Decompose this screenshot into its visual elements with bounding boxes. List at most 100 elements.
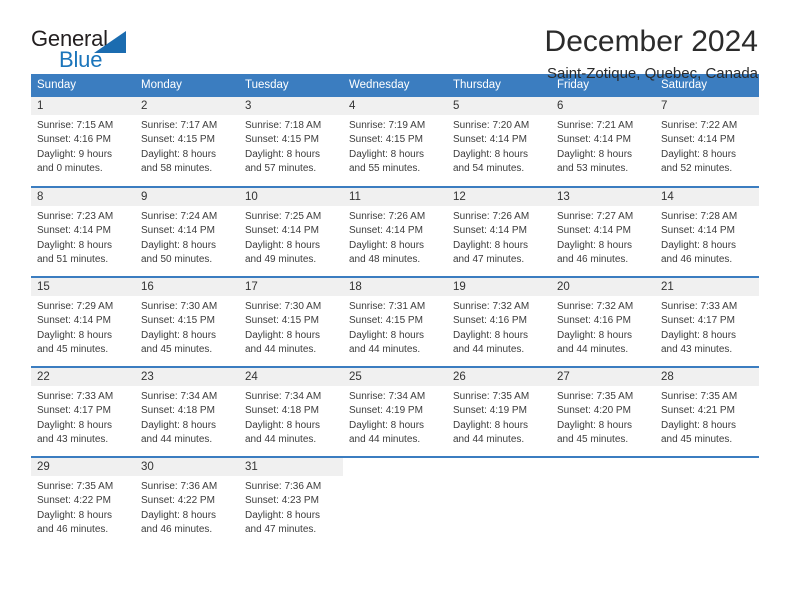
sunset-text: Sunset: 4:14 PM bbox=[557, 134, 631, 146]
sunset-text: Sunset: 4:15 PM bbox=[349, 134, 423, 146]
day-cell[interactable]: 25 Sunrise: 7:34 AM Sunset: 4:19 PM Dayl… bbox=[343, 366, 447, 457]
day-details: Sunrise: 7:23 AM Sunset: 4:14 PM Dayligh… bbox=[31, 206, 135, 268]
day-number: 11 bbox=[343, 188, 447, 206]
day-cell[interactable]: 18 Sunrise: 7:31 AM Sunset: 4:15 PM Dayl… bbox=[343, 276, 447, 367]
daylight-text-line1: Daylight: 8 hours bbox=[557, 239, 633, 251]
sunrise-text: Sunrise: 7:25 AM bbox=[245, 211, 322, 222]
day-cell[interactable]: 14 Sunrise: 7:28 AM Sunset: 4:14 PM Dayl… bbox=[655, 186, 759, 277]
day-number bbox=[551, 458, 655, 476]
day-cell[interactable]: 12 Sunrise: 7:26 AM Sunset: 4:14 PM Dayl… bbox=[447, 186, 551, 277]
day-number bbox=[655, 458, 759, 476]
day-cell[interactable]: 5 Sunrise: 7:20 AM Sunset: 4:14 PM Dayli… bbox=[447, 97, 551, 187]
day-number bbox=[343, 458, 447, 476]
daylight-text-line2: and 49 minutes. bbox=[245, 254, 317, 266]
day-cell[interactable]: 7 Sunrise: 7:22 AM Sunset: 4:14 PM Dayli… bbox=[655, 97, 759, 187]
logo-text-blue: Blue bbox=[59, 47, 103, 72]
daylight-text-line1: Daylight: 8 hours bbox=[37, 509, 113, 521]
day-cell[interactable]: 2 Sunrise: 7:17 AM Sunset: 4:15 PM Dayli… bbox=[135, 97, 239, 187]
day-number: 13 bbox=[551, 188, 655, 206]
day-cell[interactable]: 21 Sunrise: 7:33 AM Sunset: 4:17 PM Dayl… bbox=[655, 276, 759, 367]
daylight-text-line2: and 45 minutes. bbox=[661, 434, 733, 446]
sunset-text: Sunset: 4:23 PM bbox=[245, 495, 319, 507]
sunset-text: Sunset: 4:14 PM bbox=[661, 134, 735, 146]
day-cell-empty bbox=[655, 456, 759, 547]
day-details: Sunrise: 7:30 AM Sunset: 4:15 PM Dayligh… bbox=[135, 296, 239, 358]
sunset-text: Sunset: 4:16 PM bbox=[557, 315, 631, 327]
day-cell[interactable]: 22 Sunrise: 7:33 AM Sunset: 4:17 PM Dayl… bbox=[31, 366, 135, 457]
day-cell[interactable]: 15 Sunrise: 7:29 AM Sunset: 4:14 PM Dayl… bbox=[31, 276, 135, 367]
weekday-header-wednesday: Wednesday bbox=[343, 74, 447, 97]
day-details: Sunrise: 7:35 AM Sunset: 4:20 PM Dayligh… bbox=[551, 386, 655, 448]
sunrise-text: Sunrise: 7:34 AM bbox=[349, 391, 426, 402]
day-cell[interactable]: 9 Sunrise: 7:24 AM Sunset: 4:14 PM Dayli… bbox=[135, 186, 239, 277]
daylight-text-line2: and 44 minutes. bbox=[349, 434, 421, 446]
sunrise-text: Sunrise: 7:19 AM bbox=[349, 120, 426, 131]
sunrise-text: Sunrise: 7:32 AM bbox=[453, 301, 530, 312]
day-number: 15 bbox=[31, 278, 135, 296]
day-cell[interactable]: 1 Sunrise: 7:15 AM Sunset: 4:16 PM Dayli… bbox=[31, 97, 135, 187]
day-cell[interactable]: 28 Sunrise: 7:35 AM Sunset: 4:21 PM Dayl… bbox=[655, 366, 759, 457]
sunset-text: Sunset: 4:14 PM bbox=[37, 225, 111, 237]
sunset-text: Sunset: 4:15 PM bbox=[141, 134, 215, 146]
day-number: 18 bbox=[343, 278, 447, 296]
sunrise-text: Sunrise: 7:32 AM bbox=[557, 301, 634, 312]
sunset-text: Sunset: 4:21 PM bbox=[661, 405, 735, 417]
daylight-text-line1: Daylight: 8 hours bbox=[245, 419, 321, 431]
sunset-text: Sunset: 4:20 PM bbox=[557, 405, 631, 417]
daylight-text-line1: Daylight: 8 hours bbox=[661, 419, 737, 431]
day-cell[interactable]: 8 Sunrise: 7:23 AM Sunset: 4:14 PM Dayli… bbox=[31, 186, 135, 277]
day-number: 27 bbox=[551, 368, 655, 386]
day-cell[interactable]: 29 Sunrise: 7:35 AM Sunset: 4:22 PM Dayl… bbox=[31, 456, 135, 547]
sunrise-text: Sunrise: 7:30 AM bbox=[245, 301, 322, 312]
day-number: 30 bbox=[135, 458, 239, 476]
daylight-text-line2: and 44 minutes. bbox=[245, 344, 317, 356]
sunset-text: Sunset: 4:15 PM bbox=[349, 315, 423, 327]
day-number: 22 bbox=[31, 368, 135, 386]
day-cell[interactable]: 23 Sunrise: 7:34 AM Sunset: 4:18 PM Dayl… bbox=[135, 366, 239, 457]
day-cell[interactable]: 26 Sunrise: 7:35 AM Sunset: 4:19 PM Dayl… bbox=[447, 366, 551, 457]
sunset-text: Sunset: 4:14 PM bbox=[453, 134, 527, 146]
day-details: Sunrise: 7:15 AM Sunset: 4:16 PM Dayligh… bbox=[31, 115, 135, 177]
sunset-text: Sunset: 4:16 PM bbox=[37, 134, 111, 146]
sunset-text: Sunset: 4:14 PM bbox=[245, 225, 319, 237]
sunset-text: Sunset: 4:19 PM bbox=[349, 405, 423, 417]
daylight-text-line1: Daylight: 8 hours bbox=[141, 509, 217, 521]
day-cell[interactable]: 11 Sunrise: 7:26 AM Sunset: 4:14 PM Dayl… bbox=[343, 186, 447, 277]
day-cell[interactable]: 31 Sunrise: 7:36 AM Sunset: 4:23 PM Dayl… bbox=[239, 456, 343, 547]
sunset-text: Sunset: 4:14 PM bbox=[661, 225, 735, 237]
day-cell[interactable]: 17 Sunrise: 7:30 AM Sunset: 4:15 PM Dayl… bbox=[239, 276, 343, 367]
day-number: 7 bbox=[655, 97, 759, 115]
day-details: Sunrise: 7:21 AM Sunset: 4:14 PM Dayligh… bbox=[551, 115, 655, 177]
day-details: Sunrise: 7:30 AM Sunset: 4:15 PM Dayligh… bbox=[239, 296, 343, 358]
day-cell[interactable]: 6 Sunrise: 7:21 AM Sunset: 4:14 PM Dayli… bbox=[551, 97, 655, 187]
sunset-text: Sunset: 4:22 PM bbox=[37, 495, 111, 507]
daylight-text-line2: and 50 minutes. bbox=[141, 254, 213, 266]
day-cell[interactable]: 16 Sunrise: 7:30 AM Sunset: 4:15 PM Dayl… bbox=[135, 276, 239, 367]
day-cell[interactable]: 13 Sunrise: 7:27 AM Sunset: 4:14 PM Dayl… bbox=[551, 186, 655, 277]
week-row: 1 Sunrise: 7:15 AM Sunset: 4:16 PM Dayli… bbox=[31, 97, 759, 187]
daylight-text-line2: and 55 minutes. bbox=[349, 163, 421, 175]
day-details: Sunrise: 7:25 AM Sunset: 4:14 PM Dayligh… bbox=[239, 206, 343, 268]
day-cell[interactable]: 3 Sunrise: 7:18 AM Sunset: 4:15 PM Dayli… bbox=[239, 97, 343, 187]
day-cell[interactable]: 30 Sunrise: 7:36 AM Sunset: 4:22 PM Dayl… bbox=[135, 456, 239, 547]
day-number: 31 bbox=[239, 458, 343, 476]
day-cell[interactable]: 27 Sunrise: 7:35 AM Sunset: 4:20 PM Dayl… bbox=[551, 366, 655, 457]
day-details: Sunrise: 7:29 AM Sunset: 4:14 PM Dayligh… bbox=[31, 296, 135, 358]
day-cell[interactable]: 20 Sunrise: 7:32 AM Sunset: 4:16 PM Dayl… bbox=[551, 276, 655, 367]
day-cell[interactable]: 10 Sunrise: 7:25 AM Sunset: 4:14 PM Dayl… bbox=[239, 186, 343, 277]
day-cell[interactable]: 4 Sunrise: 7:19 AM Sunset: 4:15 PM Dayli… bbox=[343, 97, 447, 187]
sunrise-text: Sunrise: 7:30 AM bbox=[141, 301, 218, 312]
sunrise-text: Sunrise: 7:33 AM bbox=[661, 301, 738, 312]
day-number: 2 bbox=[135, 97, 239, 115]
day-cell[interactable]: 19 Sunrise: 7:32 AM Sunset: 4:16 PM Dayl… bbox=[447, 276, 551, 367]
daylight-text-line1: Daylight: 8 hours bbox=[37, 419, 113, 431]
daylight-text-line2: and 54 minutes. bbox=[453, 163, 525, 175]
daylight-text-line2: and 43 minutes. bbox=[37, 434, 109, 446]
daylight-text-line1: Daylight: 8 hours bbox=[141, 148, 217, 160]
day-number: 9 bbox=[135, 188, 239, 206]
daylight-text-line1: Daylight: 8 hours bbox=[349, 239, 425, 251]
day-details: Sunrise: 7:34 AM Sunset: 4:19 PM Dayligh… bbox=[343, 386, 447, 448]
daylight-text-line1: Daylight: 8 hours bbox=[349, 419, 425, 431]
day-cell[interactable]: 24 Sunrise: 7:34 AM Sunset: 4:18 PM Dayl… bbox=[239, 366, 343, 457]
sunset-text: Sunset: 4:14 PM bbox=[453, 225, 527, 237]
